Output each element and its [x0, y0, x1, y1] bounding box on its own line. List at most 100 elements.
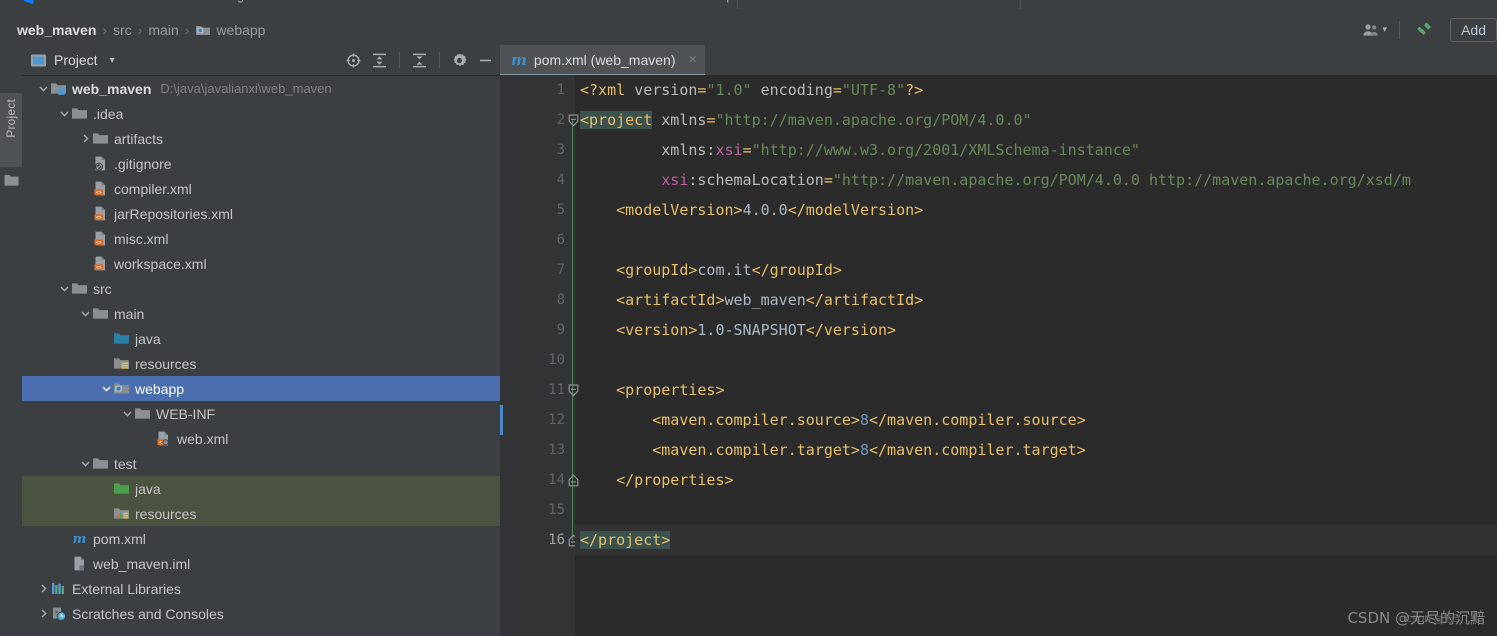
menu-item-build[interactable]: Build — [431, 0, 458, 3]
tree-node-misc-xml[interactable]: <> misc.xml — [22, 226, 500, 251]
code-line[interactable]: <version>1.0-SNAPSHOT</version> — [575, 315, 1497, 345]
breadcrumb-separator: › — [184, 21, 190, 38]
code-token: </project> — [580, 531, 671, 549]
code-line[interactable]: <?xml version="1.0" encoding="UTF-8"?> — [575, 75, 1497, 105]
code-line[interactable]: </project> — [575, 525, 1497, 555]
chevron-down-icon[interactable] — [57, 282, 71, 296]
editor-tab-pom-xml[interactable]: m pom.xml (web_maven) × — [500, 45, 706, 76]
gear-icon[interactable] — [451, 52, 468, 69]
tree-node-web-inf[interactable]: WEB-INF — [22, 401, 500, 426]
tree-node-pom-xml[interactable]: m pom.xml — [22, 526, 500, 551]
chevron-down-icon[interactable] — [120, 407, 134, 421]
project-panel-header: Project ▾ — [22, 45, 500, 76]
tree-node-idea[interactable]: .idea — [22, 101, 500, 126]
tree-node-label: pom.xml — [93, 530, 146, 547]
code-line[interactable]: <maven.compiler.source>8</maven.compiler… — [575, 405, 1497, 435]
project-tree[interactable]: web_maven D:\java\javalianxi\web_maven .id… — [22, 76, 500, 636]
menu-item-view[interactable]: View — [161, 0, 187, 3]
tree-node-resources[interactable]: resources — [22, 351, 500, 376]
tree-node-icon: <> — [92, 180, 109, 197]
chevron-right-icon[interactable] — [36, 582, 50, 596]
menu-item-edit[interactable]: Edit — [108, 0, 129, 3]
chevron-down-icon[interactable] — [78, 307, 92, 321]
tree-node-icon: <> — [92, 205, 109, 222]
chevron-right-icon[interactable] — [36, 607, 50, 621]
tree-node-test[interactable]: test — [22, 451, 500, 476]
code-line[interactable] — [575, 345, 1497, 375]
menu-item-window[interactable]: Window — [641, 0, 684, 3]
tree-node-main[interactable]: main — [22, 301, 500, 326]
expand-all-icon[interactable] — [371, 52, 388, 69]
menu-item-code[interactable]: Code — [296, 0, 325, 3]
code-line[interactable] — [575, 225, 1497, 255]
menu-item-help[interactable]: Help — [708, 0, 733, 3]
tree-node-web-maven[interactable]: web_maven D:\java\javalianxi\web_maven — [22, 76, 500, 101]
code-line[interactable] — [575, 495, 1497, 525]
tree-node-scratches-and-consoles[interactable]: > Scratches and Consoles — [22, 601, 500, 626]
chevron-down-icon[interactable] — [99, 382, 113, 396]
menu-item-refactor[interactable]: Refactor — [348, 0, 393, 3]
menu-item-run[interactable]: Run — [491, 0, 513, 3]
tree-node-java[interactable]: java — [22, 326, 500, 351]
tree-node-external-libraries[interactable]: External Libraries — [22, 576, 500, 601]
chevron-right-icon[interactable] — [78, 132, 92, 146]
menu-item-vcs[interactable]: VCS — [596, 0, 621, 3]
tree-node-artifacts[interactable]: artifacts — [22, 126, 500, 151]
menu-item-tools[interactable]: Tools — [536, 0, 564, 3]
code-line[interactable]: xsi:schemaLocation="http://maven.apache.… — [575, 165, 1497, 195]
breadcrumb-item-webapp[interactable]: webapp — [190, 22, 270, 38]
build-button[interactable] — [1404, 14, 1442, 45]
code-line[interactable]: <groupId>com.it</groupId> — [575, 255, 1497, 285]
chevron-down-icon[interactable] — [78, 457, 92, 471]
people-button[interactable]: ▾ — [1354, 14, 1396, 45]
vcs-change-marker[interactable] — [500, 405, 503, 435]
scroll-from-source-icon[interactable] — [345, 52, 362, 69]
menu-item-navigate[interactable]: Navigate — [213, 0, 260, 3]
tree-node-src[interactable]: src — [22, 276, 500, 301]
tree-node-resources[interactable]: resources — [22, 501, 500, 526]
code-line[interactable]: xmlns:xsi="http://www.w3.org/2001/XMLSch… — [575, 135, 1497, 165]
close-icon[interactable]: × — [688, 51, 697, 68]
tree-node-web-xml[interactable]: < web.xml — [22, 426, 500, 451]
tree-node-web-maven-iml[interactable]: web_maven.iml — [22, 551, 500, 576]
tree-node-jarrepositories-xml[interactable]: <> jarRepositories.xml — [22, 201, 500, 226]
menu-bar[interactable]: File Edit View Navigate Code Refactor Build Run… — [0, 0, 1497, 14]
editor-tab-bar: m pom.xml (web_maven) × — [500, 45, 1497, 76]
breadcrumb-item-web-maven[interactable]: web_maven — [12, 22, 101, 38]
folder-icon — [93, 458, 108, 469]
tree-node-gitignore[interactable]: .gitignore — [22, 151, 500, 176]
code-line[interactable]: </properties> — [575, 465, 1497, 495]
menu-item-file[interactable]: File — [56, 0, 75, 3]
tool-window-tab-project[interactable]: Project — [0, 93, 22, 167]
folder-icon[interactable] — [4, 173, 19, 187]
code-content[interactable]: <?xml version="1.0" encoding="UTF-8"?> <p… — [575, 75, 1497, 636]
tree-node-compiler-xml[interactable]: <> compiler.xml — [22, 176, 500, 201]
resources-root-folder-icon — [114, 358, 129, 369]
breadcrumb-item-src[interactable]: src — [108, 22, 137, 38]
hide-icon[interactable] — [477, 52, 494, 69]
code-line[interactable]: <artifactId>web_maven</artifactId> — [575, 285, 1497, 315]
add-configuration-button[interactable]: Add — [1450, 17, 1497, 42]
tree-node-icon: <> — [92, 230, 109, 247]
code-line[interactable]: <modelVersion>4.0.0</modelVersion> — [575, 195, 1497, 225]
code-token: </maven.compiler.source> — [869, 411, 1086, 429]
chevron-down-icon[interactable]: ▾ — [110, 55, 115, 66]
editor-gutter[interactable]: 1 2 3 4 5 6 7 8 9 10 11 12 13 14 15 16 — [500, 75, 578, 636]
code-line[interactable]: <project xmlns="http://maven.apache.org/… — [575, 105, 1497, 135]
code-token: <groupId> — [616, 261, 698, 279]
tree-node-webapp[interactable]: webapp — [22, 376, 500, 401]
code-line[interactable]: <properties> — [575, 375, 1497, 405]
tree-node-java[interactable]: java — [22, 476, 500, 501]
chevron-down-icon[interactable] — [57, 107, 71, 121]
breadcrumb-item-main[interactable]: main — [143, 22, 183, 38]
chevron-down-icon[interactable] — [36, 82, 50, 96]
tree-node-icon — [113, 505, 130, 522]
left-tool-window-bar: Project — [0, 45, 23, 636]
tree-node-workspace-xml[interactable]: <> workspace.xml — [22, 251, 500, 276]
code-editor[interactable]: 1 2 3 4 5 6 7 8 9 10 11 12 13 14 15 16 <?xml version="1… — [500, 75, 1497, 636]
tree-node-label: main — [114, 305, 145, 322]
code-line[interactable]: <maven.compiler.target>8</maven.compiler… — [575, 435, 1497, 465]
collapse-all-icon[interactable] — [411, 52, 428, 69]
